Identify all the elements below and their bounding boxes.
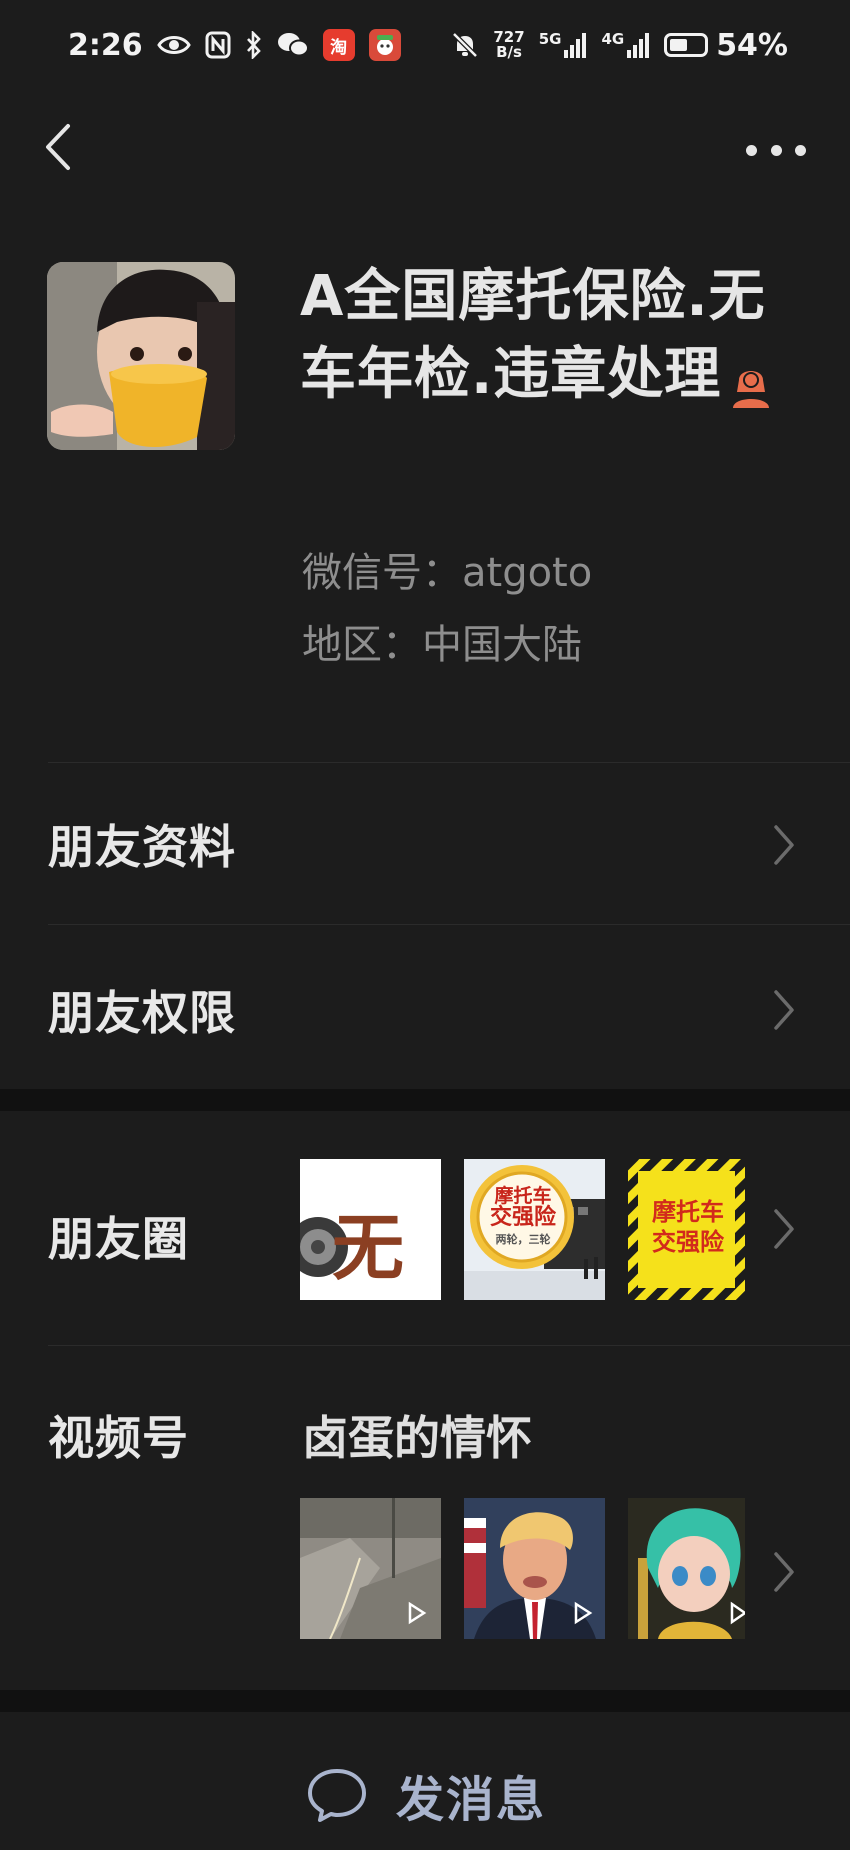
signal-4g-icon: 4G (601, 32, 650, 58)
chat-bubble-icon (308, 1769, 366, 1822)
friend-info-row[interactable]: 朋友资料 (0, 763, 850, 927)
battery-indicator: 54% (664, 28, 788, 63)
section-gap (0, 1089, 850, 1111)
construction-scene-graphic (300, 1498, 441, 1639)
thumb-3-line2: 交强险 (652, 1228, 724, 1256)
signal-5g-icon: 5G (539, 32, 588, 58)
bottom-action-bar: 发消息 (0, 1712, 850, 1850)
send-message-label: 发消息 (396, 1772, 547, 1828)
signal-4g-label: 4G (601, 30, 625, 48)
eye-icon (156, 33, 191, 57)
nav-bar (0, 110, 850, 190)
nickname-text: A全国摩托保险.无车年检.违章处理 (300, 264, 766, 407)
signal-5g-label: 5G (538, 30, 562, 48)
wechat-id[interactable]: 微信号：atgoto (302, 540, 592, 598)
battery-percent: 54% (716, 27, 788, 63)
thumb-2-line1: 摩托车 (494, 1185, 552, 1207)
doll-scene-graphic (628, 1498, 745, 1639)
profile-header: A全国摩托保险.无车年检.违章处理 微信号：atgoto 地区：中国大陆 (0, 262, 850, 682)
channel-video-thumb-1[interactable] (300, 1498, 441, 1639)
more-button[interactable] (746, 130, 806, 170)
battery-fill (670, 39, 688, 51)
thumb-2-line2: 交强险 (489, 1205, 556, 1230)
more-dot (746, 144, 757, 156)
net-speed-unit: B/s (496, 43, 522, 61)
chevron-right-icon (774, 1209, 794, 1249)
avatar[interactable] (47, 262, 235, 450)
thumb-3-text: 摩托车 交强险 (636, 1197, 740, 1257)
nfc-icon (205, 31, 231, 59)
moments-thumb-2[interactable]: 摩托车 交强险 两轮，三轮 (464, 1159, 605, 1300)
friend-info-label: 朋友资料 (48, 820, 236, 874)
profile-nickname: A全国摩托保险.无车年检.违章处理 (300, 258, 800, 414)
thumb-2-line3: 两轮，三轮 (495, 1233, 551, 1246)
moments-thumb-3[interactable]: 摩托车 交强险 (628, 1159, 745, 1300)
portrait-scene-graphic (464, 1498, 605, 1639)
status-left: 2:26 淘 (68, 28, 401, 63)
channel-video-thumb-2[interactable] (464, 1498, 605, 1639)
thumb-1-text: 无车 (332, 1206, 404, 1290)
channel-video-thumb-3[interactable] (628, 1498, 745, 1639)
section-gap (0, 1690, 850, 1712)
send-message-button[interactable]: 发消息 (306, 1760, 546, 1830)
status-time: 2:26 (68, 27, 143, 63)
female-icon (729, 351, 773, 408)
friend-permissions-label: 朋友权限 (48, 986, 236, 1040)
friend-permissions-row[interactable]: 朋友权限 (0, 925, 850, 1089)
farm-app-icon (368, 29, 401, 61)
moments-row[interactable]: 朋友圈 无车 摩托车 交强险 两轮，三轮 (0, 1111, 850, 1345)
moments-label: 朋友圈 (48, 1212, 189, 1266)
channels-label: 视频号 (48, 1411, 189, 1465)
channel-name[interactable]: 卤蛋的情怀 (302, 1402, 532, 1468)
mute-bell-icon (451, 31, 479, 59)
moments-thumb-1[interactable]: 无车 (300, 1159, 441, 1300)
back-button[interactable] (38, 122, 88, 172)
chevron-right-icon (774, 990, 794, 1030)
battery-icon (664, 33, 709, 57)
chevron-left-icon (46, 124, 70, 170)
thumb-2-text: 摩托车 交强险 两轮，三轮 (474, 1185, 572, 1251)
network-speed: 727 B/s (493, 30, 524, 60)
avatar-photo (47, 262, 235, 450)
taobao-app-icon: 淘 (322, 29, 355, 61)
chevron-right-icon (774, 825, 794, 865)
thumb-3-line1: 摩托车 (652, 1198, 724, 1226)
wechat-icon (277, 32, 309, 58)
status-right: 727 B/s 5G 4G 54% (451, 28, 788, 63)
status-bar: 2:26 淘 727 B/s 5G 4G 54% (0, 0, 850, 90)
more-dot (795, 144, 806, 156)
chevron-right-icon (774, 1552, 794, 1592)
bluetooth-icon (245, 31, 263, 59)
more-dot (770, 144, 782, 156)
region: 地区：中国大陆 (302, 622, 582, 668)
